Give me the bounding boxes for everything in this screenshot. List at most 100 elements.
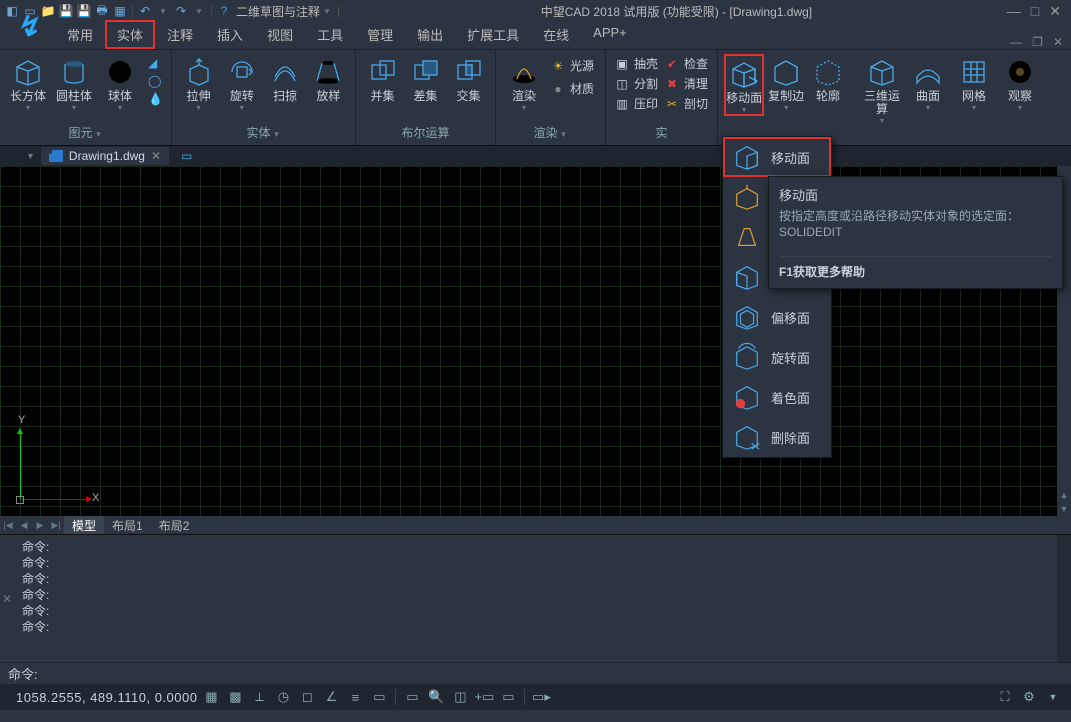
tab-output[interactable]: 输出 bbox=[405, 20, 455, 49]
mesh-button[interactable]: 网格▼ bbox=[952, 54, 996, 112]
maximize-button[interactable]: □ bbox=[1031, 3, 1039, 20]
ortho-toggle[interactable]: ⟂ bbox=[249, 687, 269, 707]
profile-button[interactable]: 轮廓 bbox=[808, 54, 848, 103]
wedge-icon[interactable]: ◢ bbox=[148, 56, 163, 70]
tab-ext[interactable]: 扩展工具 bbox=[455, 20, 531, 49]
doc-close-button[interactable]: ✕ bbox=[1053, 35, 1063, 49]
doc-min-button[interactable]: — bbox=[1010, 35, 1022, 49]
help-icon[interactable]: ? bbox=[216, 3, 232, 19]
sphere-button[interactable]: 球体▼ bbox=[98, 54, 142, 112]
dd-deleteface[interactable]: 删除面 bbox=[723, 417, 831, 457]
first-layout[interactable]: |◀ bbox=[0, 520, 16, 531]
command-log[interactable]: 命令: 命令: 命令: 命令: 命令: 命令: bbox=[14, 535, 1057, 662]
settings-toggle[interactable]: ⚙ bbox=[1019, 687, 1039, 707]
3dop-button[interactable]: 三维运算▼ bbox=[860, 54, 904, 125]
redo-icon[interactable]: ↷ bbox=[173, 3, 189, 19]
minimize-button[interactable]: — bbox=[1007, 3, 1021, 20]
undo-icon[interactable]: ↶ bbox=[137, 3, 153, 19]
layout-tab-model[interactable]: 模型 bbox=[64, 515, 104, 536]
undo-dd[interactable]: ▼ bbox=[155, 3, 171, 19]
annoscale-toggle[interactable]: ▭▸ bbox=[531, 687, 551, 707]
command-line[interactable]: 命令: bbox=[0, 662, 1071, 684]
moveface-item-icon bbox=[733, 143, 761, 171]
observe-button[interactable]: 观察▼ bbox=[998, 54, 1042, 112]
tab-view[interactable]: 视图 bbox=[255, 20, 305, 49]
torus-icon[interactable]: ◯ bbox=[148, 74, 163, 88]
close-tab-icon[interactable]: ✕ bbox=[151, 149, 161, 163]
cmd-scrollbar[interactable] bbox=[1057, 535, 1071, 662]
app-logo[interactable]: ↯ bbox=[0, 3, 55, 49]
section-button[interactable]: ✂剖切 bbox=[662, 94, 710, 113]
moveface-button[interactable]: 移动面▼ bbox=[724, 54, 764, 116]
revolve-button[interactable]: 旋转▼ bbox=[221, 54, 262, 112]
ribbon-tab-row: ↯ 常用 实体 注释 插入 视图 工具 管理 输出 扩展工具 在线 APP+ —… bbox=[0, 22, 1071, 50]
magnify-toggle[interactable]: 🔍 bbox=[426, 687, 446, 707]
prev-layout[interactable]: ◀ bbox=[16, 520, 32, 531]
document-name: Drawing1.dwg bbox=[69, 149, 145, 163]
grid-toggle[interactable]: ▦ bbox=[201, 687, 221, 707]
saveall-icon[interactable]: 💾 bbox=[76, 3, 92, 19]
imprint-button[interactable]: ▥压印 bbox=[612, 94, 660, 113]
tab-online[interactable]: 在线 bbox=[531, 20, 581, 49]
loft-button[interactable]: 放样 bbox=[308, 54, 349, 103]
next-layout[interactable]: ▶ bbox=[32, 520, 48, 531]
add-toggle[interactable]: +▭ bbox=[474, 687, 494, 707]
workspace-selector[interactable]: 二维草图与注释 ▼ bbox=[236, 3, 331, 20]
layout-tab-1[interactable]: 布局1 bbox=[104, 515, 151, 536]
render-icon bbox=[508, 56, 540, 88]
close-button[interactable]: ✕ bbox=[1049, 3, 1061, 20]
last-layout[interactable]: ▶| bbox=[48, 520, 64, 531]
dd-moveface[interactable]: 移动面 bbox=[723, 137, 831, 177]
snap-toggle[interactable]: ▩ bbox=[225, 687, 245, 707]
union-button[interactable]: 并集 bbox=[362, 54, 403, 103]
cycle-toggle[interactable]: ◫ bbox=[450, 687, 470, 707]
polar-toggle[interactable]: ◷ bbox=[273, 687, 293, 707]
subtract-button[interactable]: 差集 bbox=[405, 54, 446, 103]
tab-app[interactable]: APP+ bbox=[581, 20, 639, 49]
material-button[interactable]: ●材质 bbox=[548, 79, 596, 98]
cmd-handle[interactable]: ✕ bbox=[0, 535, 14, 662]
new-tab-button[interactable]: ▭ bbox=[181, 149, 192, 163]
iso-toggle[interactable]: ▭ bbox=[498, 687, 518, 707]
cylinder-button[interactable]: 圆柱体▼ bbox=[52, 54, 96, 112]
slice-button[interactable]: ◫分割 bbox=[612, 74, 660, 93]
copyedge-button[interactable]: 复制边▼ bbox=[766, 54, 806, 112]
command-prompt: 命令: bbox=[8, 664, 38, 683]
tooltip-title: 移动面 bbox=[779, 185, 1052, 204]
group-label-primitives: 图元▼ bbox=[0, 122, 171, 145]
dd-rotateface[interactable]: 旋转面 bbox=[723, 337, 831, 377]
status-dd[interactable]: ▼ bbox=[1043, 687, 1063, 707]
otrack-toggle[interactable]: ∠ bbox=[321, 687, 341, 707]
osnap-toggle[interactable]: ◻ bbox=[297, 687, 317, 707]
document-tab[interactable]: Drawing1.dwg ✕ bbox=[41, 147, 169, 165]
layout-tab-2[interactable]: 布局2 bbox=[151, 515, 198, 536]
surface-button[interactable]: 曲面▼ bbox=[906, 54, 950, 112]
lweight-toggle[interactable]: ≡ bbox=[345, 687, 365, 707]
tab-insert[interactable]: 插入 bbox=[205, 20, 255, 49]
tab-home[interactable]: 常用 bbox=[55, 20, 105, 49]
dyn-toggle[interactable]: ▭ bbox=[369, 687, 389, 707]
model-toggle[interactable]: ▭ bbox=[402, 687, 422, 707]
tab-solid[interactable]: 实体 bbox=[105, 20, 155, 49]
box-button[interactable]: 长方体▼ bbox=[6, 54, 50, 112]
tab-manage[interactable]: 管理 bbox=[355, 20, 405, 49]
render-button[interactable]: 渲染▼ bbox=[502, 54, 546, 112]
fullscreen-toggle[interactable]: ⛶ bbox=[995, 687, 1015, 707]
intersect-button[interactable]: 交集 bbox=[448, 54, 489, 103]
save-icon[interactable]: 💾 bbox=[58, 3, 74, 19]
drop-icon[interactable]: 💧 bbox=[148, 92, 163, 106]
preview-icon[interactable]: ▦ bbox=[112, 3, 128, 19]
doc-restore-button[interactable]: ❐ bbox=[1032, 35, 1043, 49]
dd-colorface[interactable]: 着色面 bbox=[723, 377, 831, 417]
shell-button[interactable]: ▣抽壳 bbox=[612, 54, 660, 73]
redo-dd[interactable]: ▼ bbox=[191, 3, 207, 19]
dd-offsetface[interactable]: 偏移面 bbox=[723, 297, 831, 337]
sweep-button[interactable]: 扫掠 bbox=[265, 54, 306, 103]
tab-tools[interactable]: 工具 bbox=[305, 20, 355, 49]
print-icon[interactable]: 🖶 bbox=[94, 3, 110, 19]
light-button[interactable]: ☀光源 bbox=[548, 56, 596, 75]
check-button[interactable]: ✔检查 bbox=[662, 54, 710, 73]
tab-annotate[interactable]: 注释 bbox=[155, 20, 205, 49]
extrude-button[interactable]: 拉伸▼ bbox=[178, 54, 219, 112]
clean-button[interactable]: ✖清理 bbox=[662, 74, 710, 93]
